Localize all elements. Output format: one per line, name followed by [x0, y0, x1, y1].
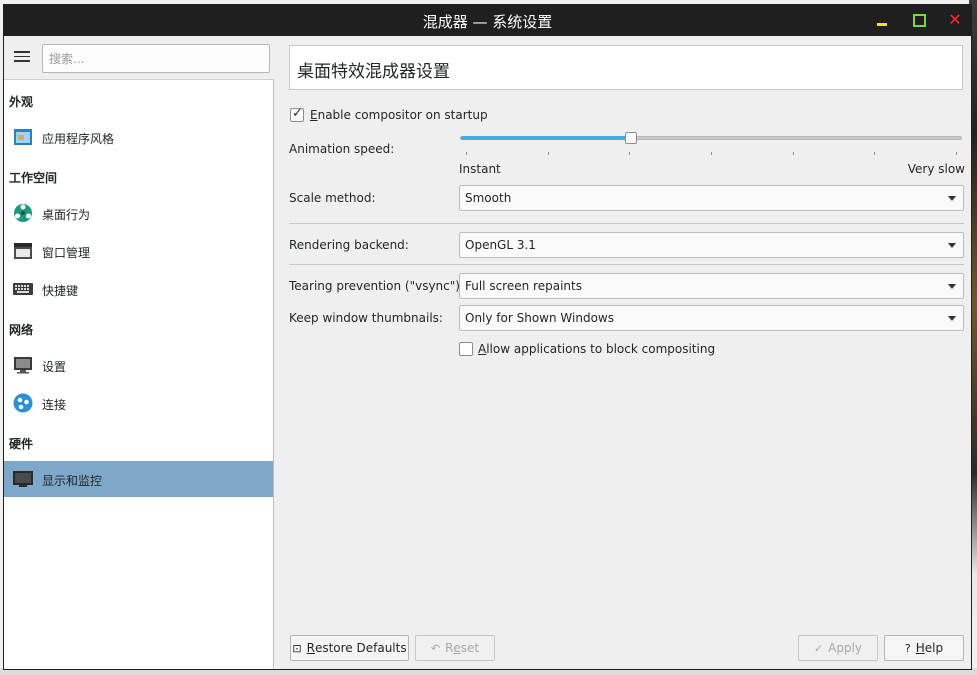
keep-thumbnails-value: Only for Shown Windows — [465, 311, 614, 325]
search-input[interactable] — [42, 44, 270, 73]
compositor-settings-panel: 桌面特效混成器设置 Enable compositor on startup A… — [275, 36, 971, 669]
scale-method-label: Scale method: — [289, 191, 376, 205]
slider-tick — [874, 152, 876, 155]
slider-tick — [629, 152, 631, 155]
sidebar-item-window-management[interactable]: 窗口管理 — [4, 233, 273, 269]
category-network: 网络 — [9, 323, 34, 337]
category-workspace: 工作空间 — [9, 171, 58, 185]
window-title: 混成器 — 系统设置 — [422, 13, 553, 31]
maximize-button[interactable] — [910, 11, 928, 29]
animation-speed-slider-track[interactable] — [460, 136, 962, 140]
network-settings-icon — [14, 357, 32, 374]
animation-speed-label: Animation speed: — [289, 142, 395, 156]
tearing-prevention-label: Tearing prevention ("vsync"): — [289, 279, 464, 293]
connections-icon — [13, 393, 33, 413]
enable-compositor-checkbox[interactable] — [290, 106, 304, 122]
separator — [289, 264, 964, 265]
app-style-icon — [14, 129, 32, 145]
sidebar-item-shortcuts[interactable]: 快捷键 — [4, 271, 273, 307]
slider-tick — [547, 152, 549, 155]
reset-button[interactable]: ↶ Re set — [415, 635, 495, 661]
rendering-backend-value: OpenGL 3.1 — [465, 238, 536, 252]
desktop-behavior-icon — [14, 204, 32, 222]
slider-tick — [792, 152, 794, 155]
menu-icon[interactable] — [14, 51, 30, 65]
allow-block-compositing-checkbox[interactable] — [459, 342, 473, 356]
enable-compositor-label[interactable]: Enable compositor on startup — [310, 108, 488, 122]
keep-thumbnails-select[interactable]: Only for Shown Windows — [459, 305, 964, 331]
chevron-down-icon — [948, 196, 956, 201]
sidebar-item-label: 应用程序风格 — [42, 132, 115, 146]
slider-tick — [466, 152, 467, 155]
tearing-prevention-select[interactable]: Full screen repaints — [459, 273, 964, 299]
sidebar-item-label: 显示和监控 — [42, 474, 103, 488]
scale-method-select[interactable]: Smooth — [459, 185, 964, 211]
sidebar-search-row — [4, 36, 274, 80]
keep-thumbnails-label: Keep window thumbnails: — [289, 311, 443, 325]
slider-tick — [711, 152, 712, 155]
category-appearance: 外观 — [9, 95, 34, 109]
page-title: 桌面特效混成器设置 — [297, 62, 450, 82]
system-settings-window: 混成器 — 系统设置 ✕ 外观 应用程序风格 工作空间 — [3, 4, 972, 670]
tearing-prevention-value: Full screen repaints — [465, 279, 582, 293]
window-management-icon — [14, 243, 32, 259]
apply-button[interactable]: ✓ Apply — [798, 635, 878, 661]
checkmark-icon: ✓ — [813, 641, 824, 655]
help-button[interactable]: ? Help — [884, 635, 964, 661]
restore-defaults-button[interactable]: ⊡ Restore Defaults — [290, 635, 409, 661]
slider-max-label: Very slow — [907, 162, 965, 176]
animation-speed-slider-fill — [461, 136, 632, 140]
animation-speed-slider-handle[interactable] — [624, 132, 637, 144]
restore-defaults-icon: ⊡ — [292, 641, 302, 655]
sidebar-item-app-style[interactable]: 应用程序风格 — [4, 119, 273, 155]
category-hardware: 硬件 — [9, 437, 34, 451]
sidebar-item-display-monitor[interactable]: 显示和监控 — [4, 461, 273, 497]
sidebar-item-label: 桌面行为 — [42, 208, 91, 222]
sidebar-item-network-settings[interactable]: 设置 — [4, 347, 273, 383]
monitor-icon — [13, 471, 33, 487]
sidebar-item-connections[interactable]: 连接 — [4, 385, 273, 421]
scale-method-value: Smooth — [465, 191, 512, 205]
slider-min-label: Instant — [459, 162, 501, 176]
chevron-down-icon — [948, 316, 956, 321]
rendering-backend-label: Rendering backend: — [289, 238, 409, 252]
sidebar-item-label: 连接 — [42, 398, 67, 412]
chevron-down-icon — [948, 284, 956, 289]
allow-block-compositing-label[interactable]: Allow applications to block compositing — [478, 342, 715, 356]
sidebar-item-label: 快捷键 — [42, 284, 79, 298]
undo-icon: ↶ — [430, 641, 441, 655]
sidebar: 外观 应用程序风格 工作空间 桌面行为 — [4, 36, 274, 669]
page-header-box: 桌面特效混成器设置 — [289, 45, 963, 90]
separator — [289, 223, 964, 224]
chevron-down-icon — [948, 243, 956, 248]
close-button[interactable]: ✕ — [946, 11, 964, 29]
title-bar[interactable]: 混成器 — 系统设置 ✕ — [4, 5, 971, 36]
keyboard-icon — [13, 283, 33, 295]
rendering-backend-select[interactable]: OpenGL 3.1 — [459, 232, 964, 258]
sidebar-item-desktop-behavior[interactable]: 桌面行为 — [4, 195, 273, 231]
minimize-button[interactable] — [873, 11, 891, 29]
slider-tick — [956, 152, 957, 155]
help-icon: ? — [904, 641, 911, 655]
sidebar-item-label: 窗口管理 — [42, 246, 91, 260]
sidebar-item-label: 设置 — [42, 360, 67, 374]
